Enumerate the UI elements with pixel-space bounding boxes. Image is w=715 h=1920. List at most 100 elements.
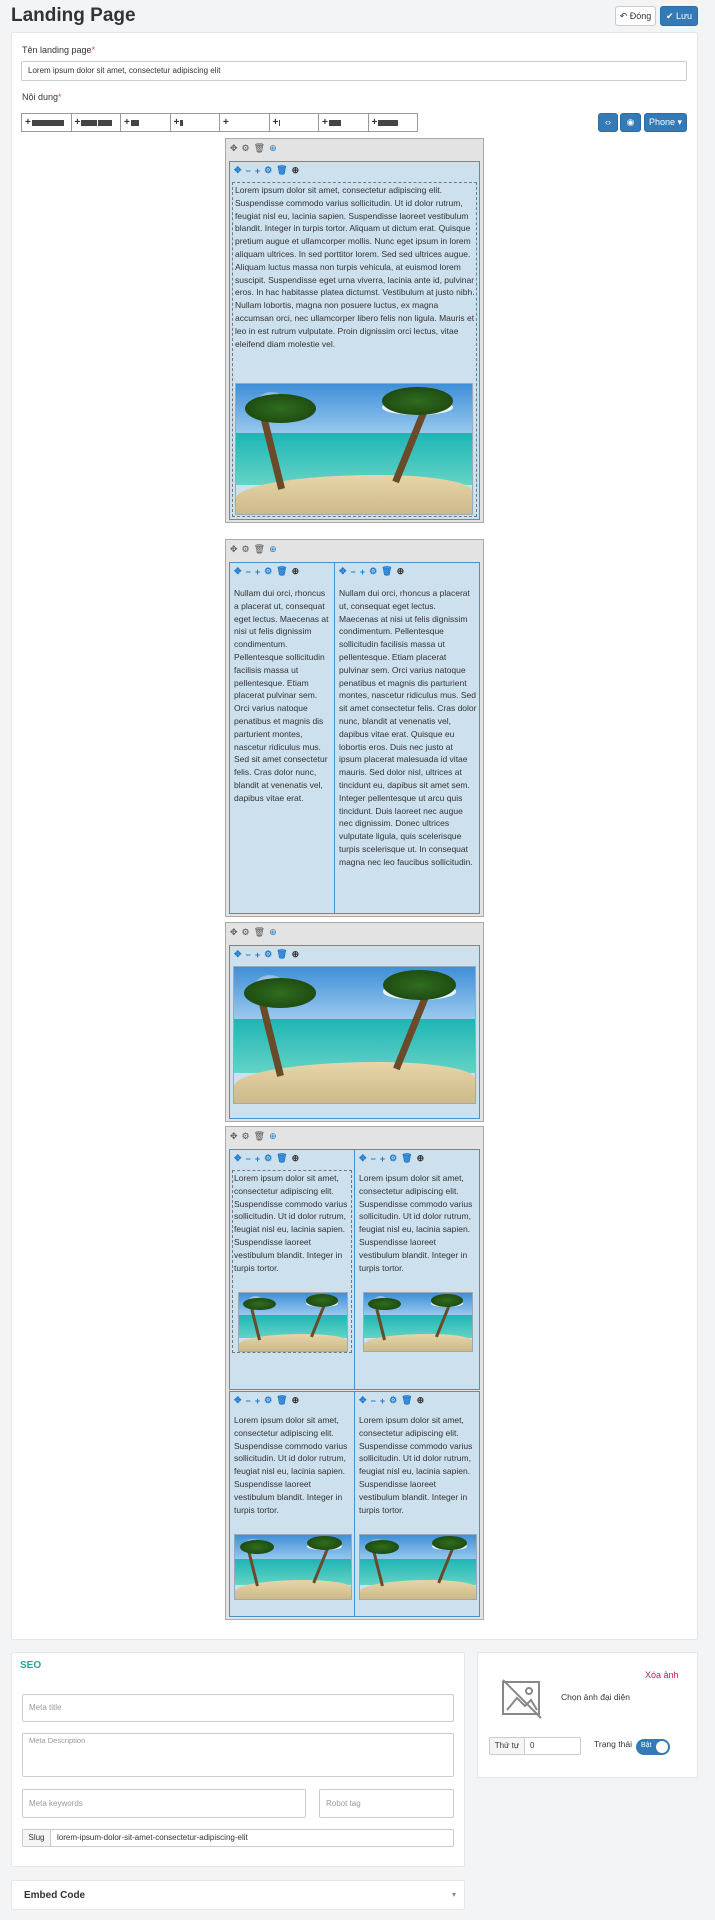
move-icon[interactable]: ✥ [234, 165, 242, 176]
builder-row-2[interactable]: ✥ ⚙ 🗑 ⊕ ✥ − + ⚙ 🗑 ⊕ Nullam dui orci, rhoncus a p… [225, 539, 484, 917]
robot-tag-input[interactable]: Robot tag [319, 1789, 454, 1818]
choose-image-label[interactable]: Chọn ảnh đại diện [561, 1692, 630, 1702]
meta-keywords-input[interactable]: Meta keywords [22, 1789, 306, 1818]
layout-tool-2col[interactable]: + [72, 114, 121, 131]
move-icon[interactable]: ✥ [230, 143, 238, 154]
block-text[interactable]: Nullam dui orci, rhoncus a placerat ut, … [234, 587, 332, 907]
builder-column[interactable]: ✥ − + ⚙ 🗑 ⊕ [229, 945, 480, 1119]
trash-icon[interactable]: 🗑 [254, 544, 265, 555]
move-icon[interactable]: ✥ [359, 1153, 367, 1164]
builder-column[interactable]: ✥ − + ⚙ 🗑 ⊕ Lorem ipsum dolor sit amet, conse… [229, 1149, 355, 1390]
gear-icon[interactable]: ⚙ [242, 544, 250, 555]
block-text[interactable]: Lorem ipsum dolor sit amet, consectetur … [234, 1414, 352, 1530]
move-icon[interactable]: ✥ [339, 566, 347, 577]
close-button[interactable]: ↶ Đóng [615, 6, 656, 26]
builder-column[interactable]: ✥ − + ⚙ 🗑 ⊕ Lorem ipsum dolor sit amet, conse… [229, 161, 480, 520]
move-icon[interactable]: ✥ [359, 1395, 367, 1406]
minus-icon[interactable]: − [246, 950, 251, 960]
trash-icon[interactable]: 🗑 [276, 165, 287, 176]
trash-icon[interactable]: 🗑 [276, 1153, 287, 1164]
builder-row-4[interactable]: ✥ ⚙ 🗑 ⊕ ✥ − + ⚙ 🗑 ⊕ Lorem ipsum dolor sit amet, … [225, 1126, 484, 1620]
meta-title-input[interactable]: Meta title [22, 1694, 454, 1722]
beach-image[interactable] [238, 1292, 348, 1352]
move-icon[interactable]: ✥ [230, 927, 238, 938]
add-icon[interactable]: ⊕ [397, 566, 405, 577]
plus-icon[interactable]: + [255, 1154, 260, 1164]
plus-icon[interactable]: + [255, 567, 260, 577]
plus-icon[interactable]: + [255, 950, 260, 960]
gear-icon[interactable]: ⚙ [389, 1153, 397, 1164]
layout-tool-4col[interactable]: + [171, 114, 220, 131]
layout-tool-wide[interactable]: + [369, 114, 418, 131]
plus-icon[interactable]: + [360, 567, 365, 577]
minus-icon[interactable]: − [246, 1396, 251, 1406]
add-icon[interactable]: ⊕ [417, 1153, 425, 1164]
plus-icon[interactable]: + [380, 1396, 385, 1406]
add-column-icon[interactable]: ⊕ [269, 544, 277, 555]
builder-column[interactable]: ✥ − + ⚙ 🗑 ⊕ Nullam dui orci, rhoncus a placer… [334, 562, 480, 914]
trash-icon[interactable]: 🗑 [401, 1153, 412, 1164]
add-column-icon[interactable]: ⊕ [269, 927, 277, 938]
gear-icon[interactable]: ⚙ [264, 949, 272, 960]
add-icon[interactable]: ⊕ [292, 165, 300, 176]
minus-icon[interactable]: − [246, 166, 251, 176]
minus-icon[interactable]: − [351, 567, 356, 577]
builder-column[interactable]: ✥ − + ⚙ 🗑 ⊕ Nullam dui orci, rhoncus a placer… [229, 562, 335, 914]
trash-icon[interactable]: 🗑 [401, 1395, 412, 1406]
layout-tool-mixed[interactable]: + [319, 114, 369, 131]
code-view-button[interactable]: ‹› [598, 113, 618, 132]
order-input[interactable]: 0 [525, 1738, 534, 1754]
block-text[interactable]: Lorem ipsum dolor sit amet, consectetur … [359, 1414, 477, 1530]
builder-row-3[interactable]: ✥ ⚙ 🗑 ⊕ ✥ − + ⚙ 🗑 ⊕ [225, 922, 484, 1122]
gear-icon[interactable]: ⚙ [389, 1395, 397, 1406]
gear-icon[interactable]: ⚙ [264, 566, 272, 577]
add-icon[interactable]: ⊕ [292, 1395, 300, 1406]
move-icon[interactable]: ✥ [234, 566, 242, 577]
builder-column[interactable]: ✥ − + ⚙ 🗑 ⊕ Lorem ipsum dolor sit amet, conse… [354, 1149, 480, 1390]
beach-image[interactable] [363, 1292, 473, 1352]
move-icon[interactable]: ✥ [234, 949, 242, 960]
trash-icon[interactable]: 🗑 [254, 143, 265, 154]
builder-column[interactable]: ✥ − + ⚙ 🗑 ⊕ Lorem ipsum dolor sit amet, conse… [354, 1391, 480, 1617]
minus-icon[interactable]: − [371, 1396, 376, 1406]
gear-icon[interactable]: ⚙ [242, 143, 250, 154]
remove-image-link[interactable]: Xóa ảnh [645, 1670, 679, 1680]
slug-input[interactable]: lorem-ipsum-dolor-sit-amet-consectetur-a… [51, 1830, 248, 1846]
gear-icon[interactable]: ⚙ [264, 1395, 272, 1406]
save-button[interactable]: ✔ Lưu [660, 6, 698, 26]
embed-code-card[interactable]: Embed Code ▾ [11, 1880, 465, 1910]
status-toggle[interactable]: Bật [636, 1739, 670, 1755]
block-text[interactable]: Lorem ipsum dolor sit amet, consectetur … [235, 184, 475, 376]
layout-tool-1col[interactable]: + [22, 114, 72, 131]
add-icon[interactable]: ⊕ [292, 949, 300, 960]
block-text[interactable]: Lorem ipsum dolor sit amet, consectetur … [359, 1172, 477, 1288]
move-icon[interactable]: ✥ [234, 1395, 242, 1406]
layout-tool-empty[interactable]: + [220, 114, 270, 131]
builder-row-1[interactable]: ✥ ⚙ 🗑 ⊕ ✥ − + ⚙ 🗑 ⊕ Lorem ipsum dolor sit amet, … [225, 138, 484, 523]
minus-icon[interactable]: − [246, 567, 251, 577]
gear-icon[interactable]: ⚙ [369, 566, 377, 577]
trash-icon[interactable]: 🗑 [276, 949, 287, 960]
beach-image[interactable] [235, 383, 473, 515]
move-icon[interactable]: ✥ [230, 1131, 238, 1142]
trash-icon[interactable]: 🗑 [381, 566, 392, 577]
beach-image[interactable] [359, 1534, 477, 1600]
minus-icon[interactable]: − [371, 1154, 376, 1164]
gear-icon[interactable]: ⚙ [242, 927, 250, 938]
gear-icon[interactable]: ⚙ [242, 1131, 250, 1142]
move-icon[interactable]: ✥ [234, 1153, 242, 1164]
block-text[interactable]: Nullam dui orci, rhoncus a placerat ut, … [339, 587, 477, 911]
move-icon[interactable]: ✥ [230, 544, 238, 555]
plus-icon[interactable]: + [255, 166, 260, 176]
add-column-icon[interactable]: ⊕ [269, 1131, 277, 1142]
image-placeholder-icon[interactable] [499, 1676, 543, 1720]
add-icon[interactable]: ⊕ [292, 1153, 300, 1164]
add-column-icon[interactable]: ⊕ [269, 143, 277, 154]
preview-button[interactable]: ◉ [620, 113, 641, 132]
gear-icon[interactable]: ⚙ [264, 165, 272, 176]
gear-icon[interactable]: ⚙ [264, 1153, 272, 1164]
layout-tool-narrow[interactable]: + [270, 114, 319, 131]
block-text[interactable]: Lorem ipsum dolor sit amet, consectetur … [234, 1172, 352, 1288]
trash-icon[interactable]: 🗑 [276, 566, 287, 577]
builder-column[interactable]: ✥ − + ⚙ 🗑 ⊕ Lorem ipsum dolor sit amet, conse… [229, 1391, 355, 1617]
